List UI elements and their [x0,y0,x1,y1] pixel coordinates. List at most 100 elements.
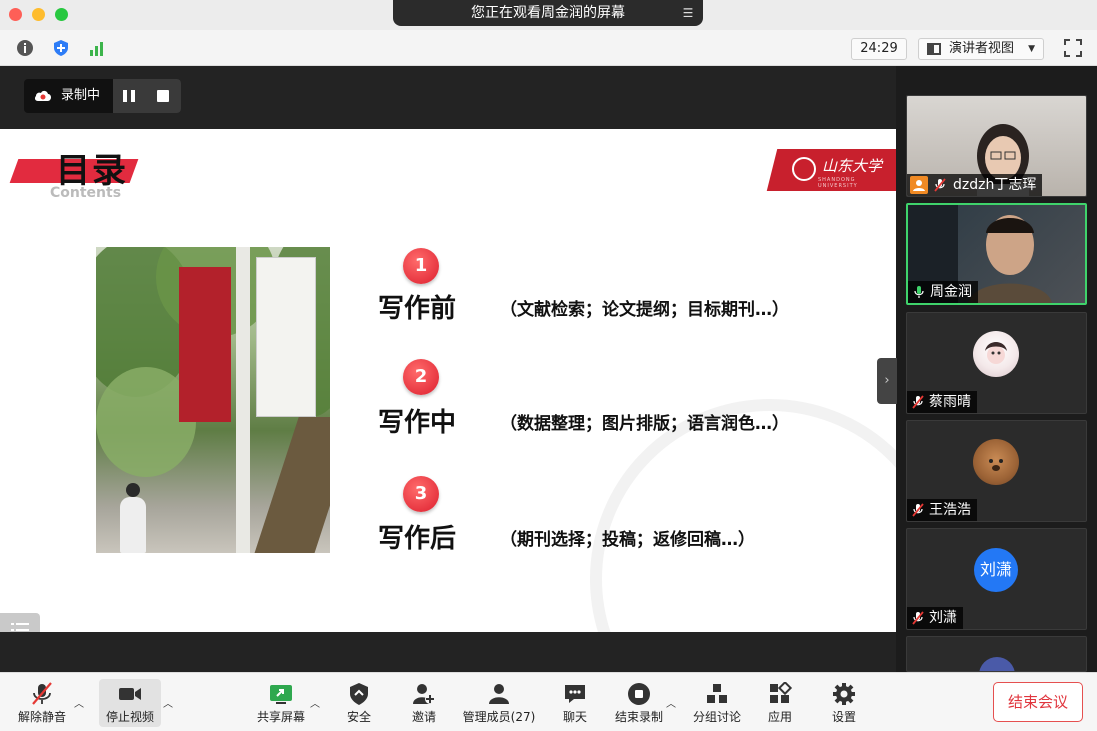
invite-label: 邀请 [411,710,436,724]
step-3-title: 写作后 [378,524,457,554]
participant-name: 刘潇 [929,610,957,626]
participant-namebar: 王浩浩 [907,499,977,521]
stop-recording-label: 结束录制 [614,710,663,724]
info-icon[interactable] [16,39,34,57]
settings-button[interactable]: 设置 [823,679,865,727]
shield-icon [350,683,368,705]
signal-strength-icon[interactable] [88,39,106,57]
participant-avatar [973,331,1019,377]
participant-name: 蔡雨晴 [929,394,971,410]
end-meeting-button[interactable]: 结束会议 [993,682,1083,722]
participant-avatar [973,439,1019,485]
share-screen-button[interactable]: 共享屏幕 [252,679,310,727]
close-window-button[interactable] [9,8,22,21]
host-icon [910,176,928,194]
apps-icon [770,682,793,703]
chat-label: 聊天 [562,710,587,724]
list-icon [11,623,29,631]
meeting-info-bar: 24:29 演讲者视图 ▼ [0,30,1097,66]
view-mode-select[interactable]: 演讲者视图 ▼ [918,38,1044,60]
stop-video-label: 停止视频 [105,710,154,724]
maximize-window-button[interactable] [55,8,68,21]
view-mode-label: 演讲者视图 [949,41,1015,56]
recording-label: 录制中 [61,88,101,103]
participant-tile-partial[interactable] [906,636,1087,672]
breakout-rooms-button[interactable]: 分组讨论 [690,679,744,727]
participant-tile[interactable]: dzdzh丁志珲 [906,95,1087,197]
share-banner[interactable]: 您正在观看周金润的屏幕 ☰ [393,0,703,26]
stop-recording-button[interactable] [145,79,181,113]
share-screen-icon [270,685,292,704]
minimize-window-button[interactable] [32,8,45,21]
collapse-panel-button[interactable]: › [877,358,897,404]
participant-name: 周金润 [930,284,972,300]
apps-label: 应用 [767,710,792,724]
share-screen-label: 共享屏幕 [256,710,305,724]
speaker-view-icon [927,43,941,55]
settings-label: 设置 [831,710,856,724]
shield-icon[interactable] [52,39,70,57]
unmute-button[interactable]: 解除静音 [12,679,72,727]
participant-avatar: 刘潇 [974,548,1018,592]
step-3-number: 3 [403,476,439,512]
university-logo-text: 山东大学 [822,157,883,175]
fullscreen-icon[interactable] [1064,39,1082,57]
presentation-slide: 目录 Contents 山东大学 SHANDONG UNIVERSITY 1 写… [0,129,896,632]
stop-video-button[interactable]: 停止视频 [99,679,161,727]
cloud-record-icon [34,90,52,101]
university-logo-subtext: SHANDONG UNIVERSITY [818,177,858,189]
record-options-chevron-icon[interactable]: ︿ [666,695,676,710]
participant-namebar: 周金润 [908,281,978,303]
participant-tile-active-speaker[interactable]: 周金润 [906,203,1087,305]
participants-icon [489,684,509,704]
invite-button[interactable]: 邀请 [403,679,445,727]
university-emblem-icon [792,157,816,181]
participant-avatar [979,657,1015,671]
menu-icon[interactable]: ☰ [681,6,695,20]
step-2-title: 写作中 [378,408,457,438]
recording-indicator: 录制中 [24,79,181,113]
participant-tile[interactable]: 王浩浩 [906,420,1087,522]
manage-participants-button[interactable]: 管理成员(27) [460,679,538,727]
stop-icon [157,90,169,102]
meeting-toolbar: 解除静音 ︿ 停止视频 ︿ 共享屏幕 ︿ 安全 邀请 管理成员(27) 聊天 结… [0,672,1097,731]
mic-muted-icon [912,503,924,517]
chevron-right-icon: › [884,373,890,388]
meeting-timer: 24:29 [851,38,907,60]
step-1-title: 写作前 [378,294,457,324]
participant-name: dzdzh丁志珲 [953,177,1037,193]
breakout-rooms-icon [707,684,727,703]
campus-photo [96,247,330,553]
unmute-label: 解除静音 [17,710,66,724]
step-1-number: 1 [403,248,439,284]
step-2-number: 2 [403,359,439,395]
security-label: 安全 [346,710,371,724]
chat-bubble-icon [565,685,585,703]
stop-record-icon [628,683,650,705]
pause-recording-button[interactable] [113,79,145,113]
participant-namebar: 蔡雨晴 [907,391,977,413]
mic-muted-icon [32,682,52,705]
step-1-desc: （文献检索；论文提纲；目标期刊…） [500,300,789,320]
share-options-chevron-icon[interactable]: ︿ [310,695,320,710]
slide-list-button[interactable] [0,613,40,632]
shared-screen-area: 录制中 目录 Contents 山东大学 SHANDONG UNIVERSITY [0,66,896,672]
stop-recording-button[interactable]: 结束录制 [612,679,666,727]
video-options-chevron-icon[interactable]: ︿ [163,695,173,710]
apps-button[interactable]: 应用 [759,679,801,727]
participant-tile[interactable]: 刘潇 刘潇 [906,528,1087,630]
participant-namebar: dzdzh丁志珲 [907,174,1043,196]
participant-namebar: 刘潇 [907,607,963,629]
step-3-desc: （期刊选择；投稿；返修回稿…） [500,530,755,550]
mic-muted-icon [912,611,924,625]
chat-button[interactable]: 聊天 [554,679,596,727]
chevron-down-icon: ▼ [1028,44,1035,54]
manage-participants-label: 管理成员(27) [462,710,536,724]
mic-active-icon [914,286,924,298]
window-titlebar: 您正在观看周金润的屏幕 ☰ [0,0,1097,30]
audio-options-chevron-icon[interactable]: ︿ [74,695,84,710]
breakout-rooms-label: 分组讨论 [692,710,741,724]
participant-tile[interactable]: 蔡雨晴 [906,312,1087,414]
video-camera-icon [119,688,141,700]
security-button[interactable]: 安全 [338,679,380,727]
